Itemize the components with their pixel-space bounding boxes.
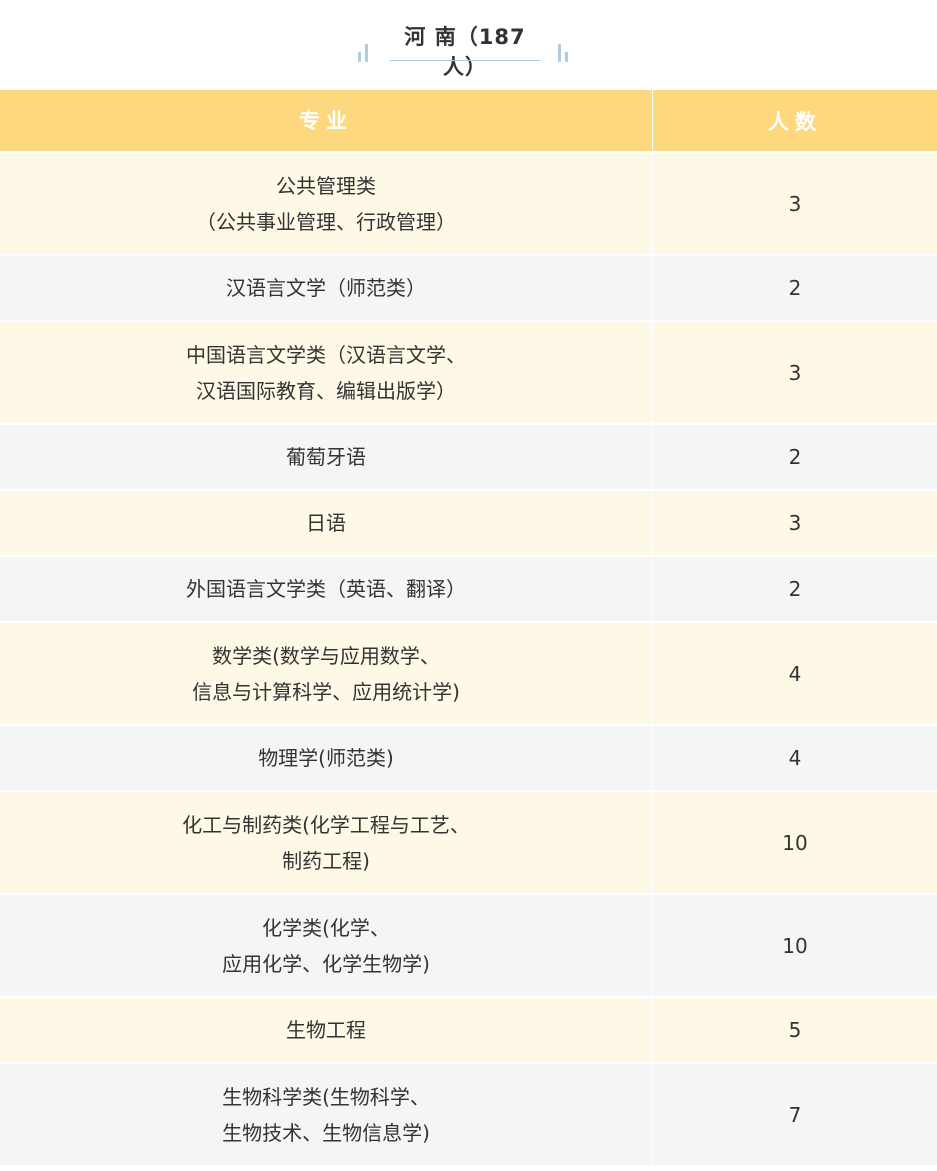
header-major: 专业 bbox=[0, 90, 653, 151]
decorative-bars-right-icon bbox=[556, 40, 576, 62]
section-title: 河 南（187人） bbox=[404, 25, 526, 79]
table-row: 化学类(化学、应用化学、化学生物学) 10 bbox=[0, 895, 937, 998]
major-cell: 生物科学类(生物科学、 生物技术、生物信息学) bbox=[0, 1064, 653, 1165]
major-name-line: 汉语国际教育、编辑出版学） bbox=[196, 378, 456, 403]
count-cell: 2 bbox=[788, 577, 802, 601]
major-name-line: 汉语言文学（师范类） bbox=[226, 276, 426, 300]
major-name-line: 公共管理类 bbox=[276, 173, 376, 198]
header-count: 人数 bbox=[768, 109, 822, 134]
count-cell: 4 bbox=[788, 746, 802, 770]
table-header-row: 专业 人数 bbox=[0, 90, 937, 153]
major-name-line: 信息与计算科学、应用统计学) bbox=[192, 679, 460, 704]
major-name-line: 化学类(化学、 bbox=[262, 915, 390, 940]
major-name-line: 应用化学、化学生物学) bbox=[222, 951, 430, 976]
major-name-line: 日语 bbox=[306, 511, 346, 535]
section-title-block: 河 南（187人） bbox=[0, 0, 937, 90]
major-name-line: 葡萄牙语 bbox=[286, 445, 366, 469]
count-cell: 3 bbox=[788, 360, 802, 385]
count-cell: 2 bbox=[788, 276, 802, 300]
major-name-line: 数学类(数学与应用数学、 bbox=[212, 643, 440, 668]
table-row: 公共管理类 （公共事业管理、行政管理） 3 bbox=[0, 153, 937, 256]
major-cell: 中国语言文学类（汉语言文学、 汉语国际教育、编辑出版学） bbox=[0, 322, 653, 423]
decorative-bars-left-icon bbox=[356, 40, 376, 62]
major-cell: 汉语言文学（师范类） bbox=[0, 256, 653, 320]
major-name-line: 中国语言文学类（汉语言文学、 bbox=[186, 342, 466, 367]
table-row: 葡萄牙语 2 bbox=[0, 425, 937, 491]
major-cell: 物理学(师范类) bbox=[0, 726, 653, 790]
count-cell: 10 bbox=[782, 830, 808, 855]
major-cell: 化学类(化学、应用化学、化学生物学) bbox=[0, 895, 653, 996]
major-cell: 化工与制药类(化学工程与工艺、 制药工程) bbox=[0, 792, 653, 893]
table-row: 化工与制药类(化学工程与工艺、 制药工程) 10 bbox=[0, 792, 937, 895]
majors-table: 专业 人数 公共管理类 （公共事业管理、行政管理） 3 汉语言文学（师范类） 2 中国语言… bbox=[0, 90, 937, 1167]
count-cell: 7 bbox=[788, 1102, 802, 1127]
major-name-line: （公共事业管理、行政管理） bbox=[196, 209, 456, 234]
major-cell: 数学类(数学与应用数学、 信息与计算科学、应用统计学) bbox=[0, 623, 653, 724]
table-row: 中国语言文学类（汉语言文学、 汉语国际教育、编辑出版学） 3 bbox=[0, 322, 937, 425]
table-row: 外国语言文学类（英语、翻译） 2 bbox=[0, 557, 937, 623]
major-name-line: 制药工程) bbox=[282, 848, 370, 873]
major-name-line: 生物科学类(生物科学、 bbox=[222, 1084, 430, 1109]
count-cell: 4 bbox=[788, 661, 802, 686]
table-row: 日语 3 bbox=[0, 491, 937, 557]
major-cell: 日语 bbox=[0, 491, 653, 555]
major-name-line: 外国语言文学类（英语、翻译） bbox=[186, 577, 466, 601]
count-cell: 3 bbox=[788, 511, 802, 535]
page: 河 南（187人） 专业 人数 公共管理类 （公共事业管理、行政管理） 3 汉语言文学… bbox=[0, 0, 937, 1171]
count-cell: 5 bbox=[788, 1018, 802, 1042]
major-name-line: 化工与制药类(化学工程与工艺、 bbox=[182, 812, 470, 837]
major-name-line: 生物技术、生物信息学) bbox=[222, 1120, 430, 1145]
table-row: 数学类(数学与应用数学、 信息与计算科学、应用统计学) 4 bbox=[0, 623, 937, 726]
table-row: 生物科学类(生物科学、 生物技术、生物信息学) 7 bbox=[0, 1064, 937, 1167]
major-cell: 生物工程 bbox=[0, 998, 653, 1062]
table-row: 物理学(师范类) 4 bbox=[0, 726, 937, 792]
table-row: 生物工程 5 bbox=[0, 998, 937, 1064]
major-name-line: 物理学(师范类) bbox=[258, 746, 394, 770]
major-cell: 公共管理类 （公共事业管理、行政管理） bbox=[0, 153, 653, 254]
title-underline bbox=[390, 60, 540, 61]
table-row: 汉语言文学（师范类） 2 bbox=[0, 256, 937, 322]
count-cell: 3 bbox=[788, 191, 802, 216]
table-body: 公共管理类 （公共事业管理、行政管理） 3 汉语言文学（师范类） 2 中国语言文学类（汉语… bbox=[0, 153, 937, 1167]
count-cell: 2 bbox=[788, 445, 802, 469]
major-cell: 外国语言文学类（英语、翻译） bbox=[0, 557, 653, 621]
major-name-line: 生物工程 bbox=[286, 1018, 366, 1042]
count-cell: 10 bbox=[782, 933, 808, 958]
major-cell: 葡萄牙语 bbox=[0, 425, 653, 489]
